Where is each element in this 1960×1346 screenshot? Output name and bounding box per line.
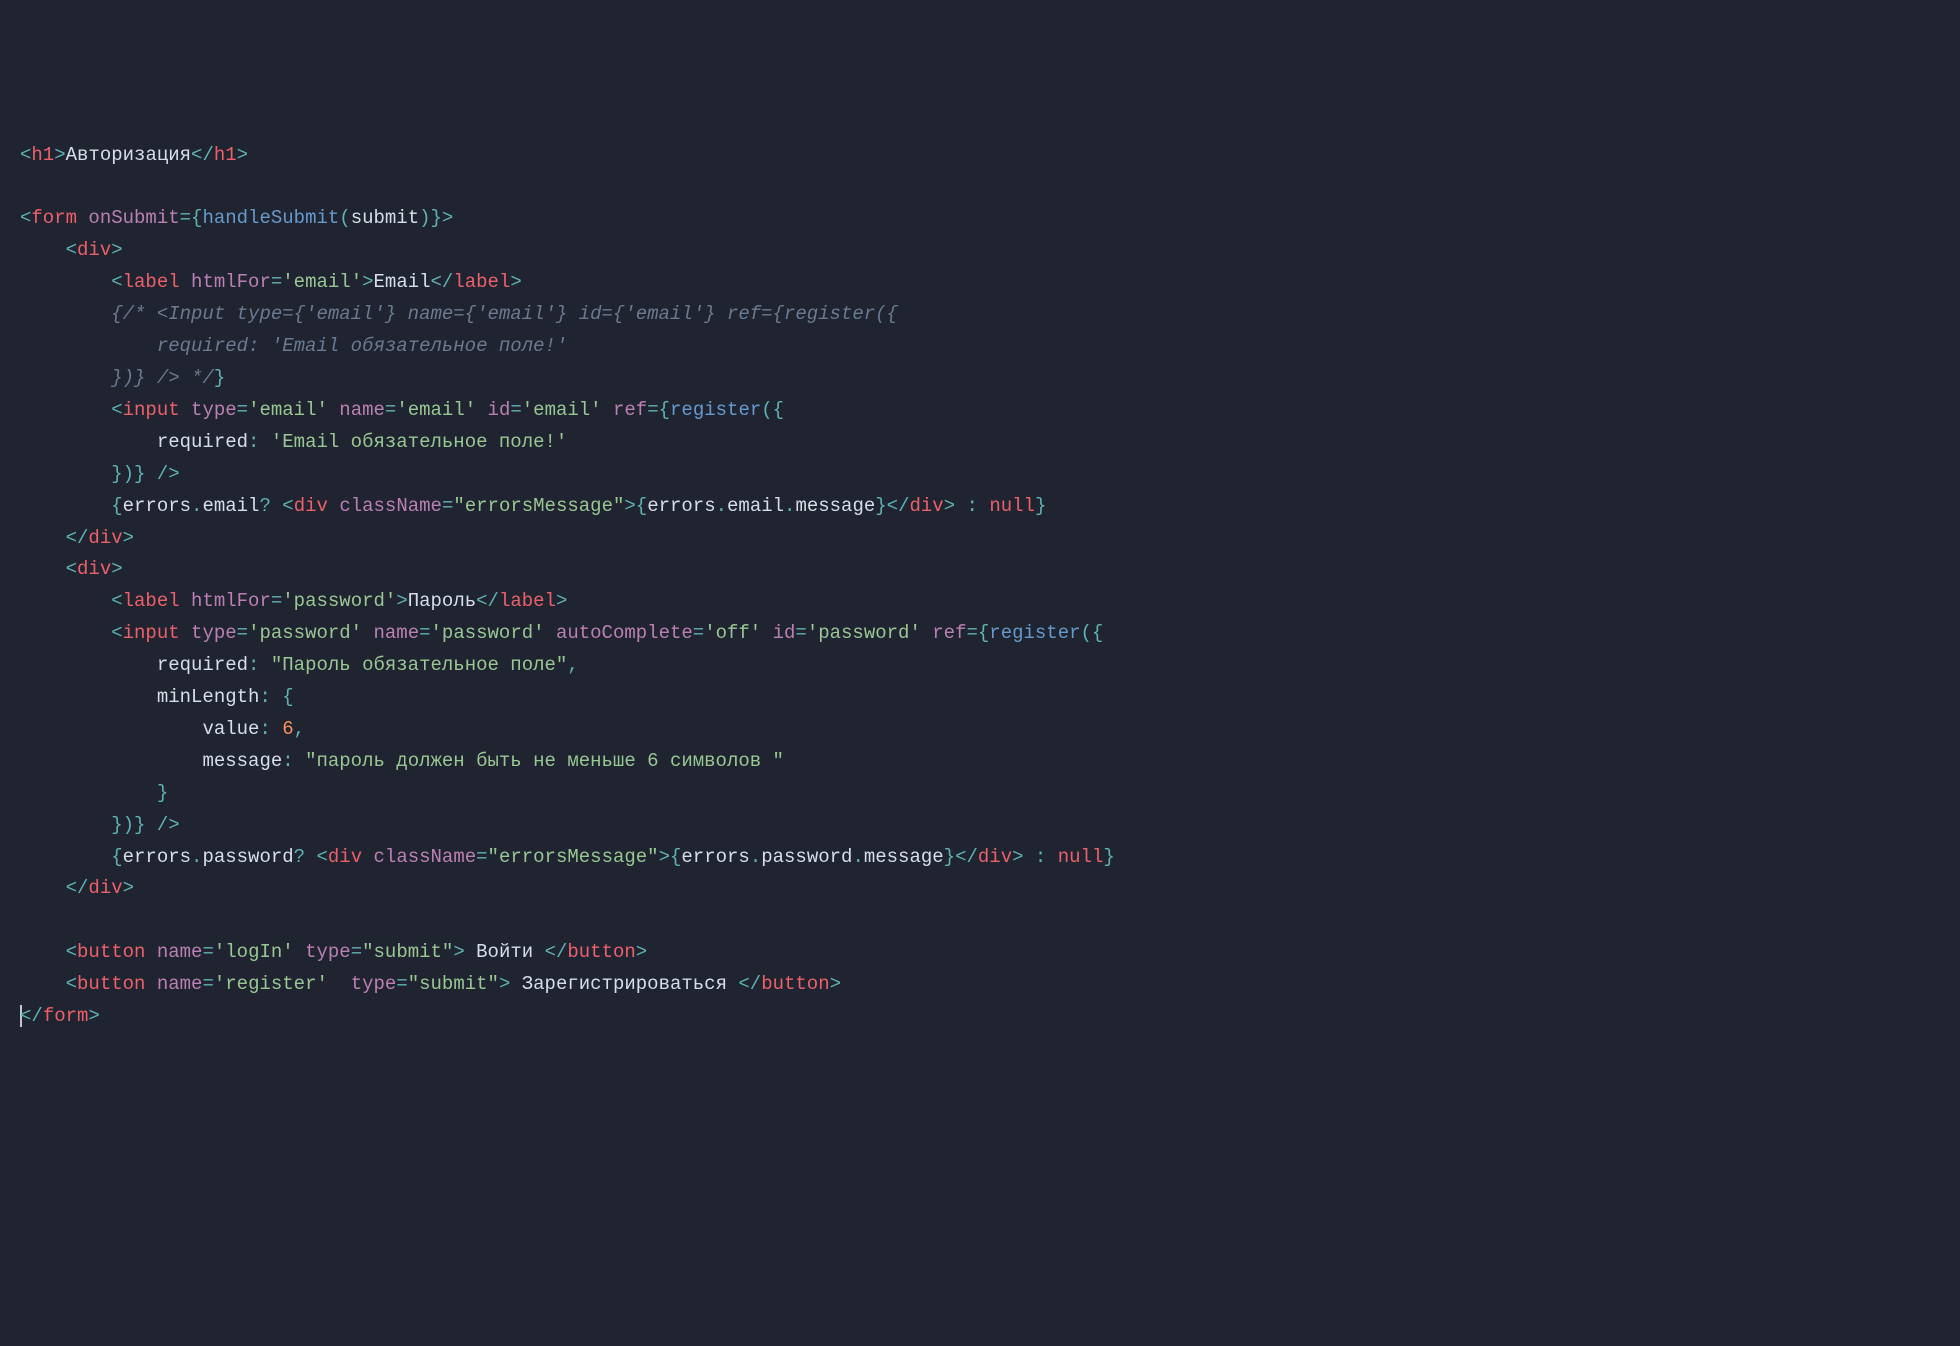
button-login-text: Войти (465, 941, 545, 963)
comment-block: {/* <Input type={'email'} name={'email'}… (20, 303, 898, 389)
label-password-text: Пароль (408, 590, 476, 612)
code-editor[interactable]: <h1>Авторизация</h1> <form onSubmit={han… (20, 140, 1940, 1033)
h1-text: Авторизация (66, 144, 191, 166)
tag-form: form (31, 207, 77, 229)
label-email-text: Email (374, 271, 431, 293)
button-register-text: Зарегистрироваться (510, 973, 738, 995)
tag-h1: h1 (31, 144, 54, 166)
